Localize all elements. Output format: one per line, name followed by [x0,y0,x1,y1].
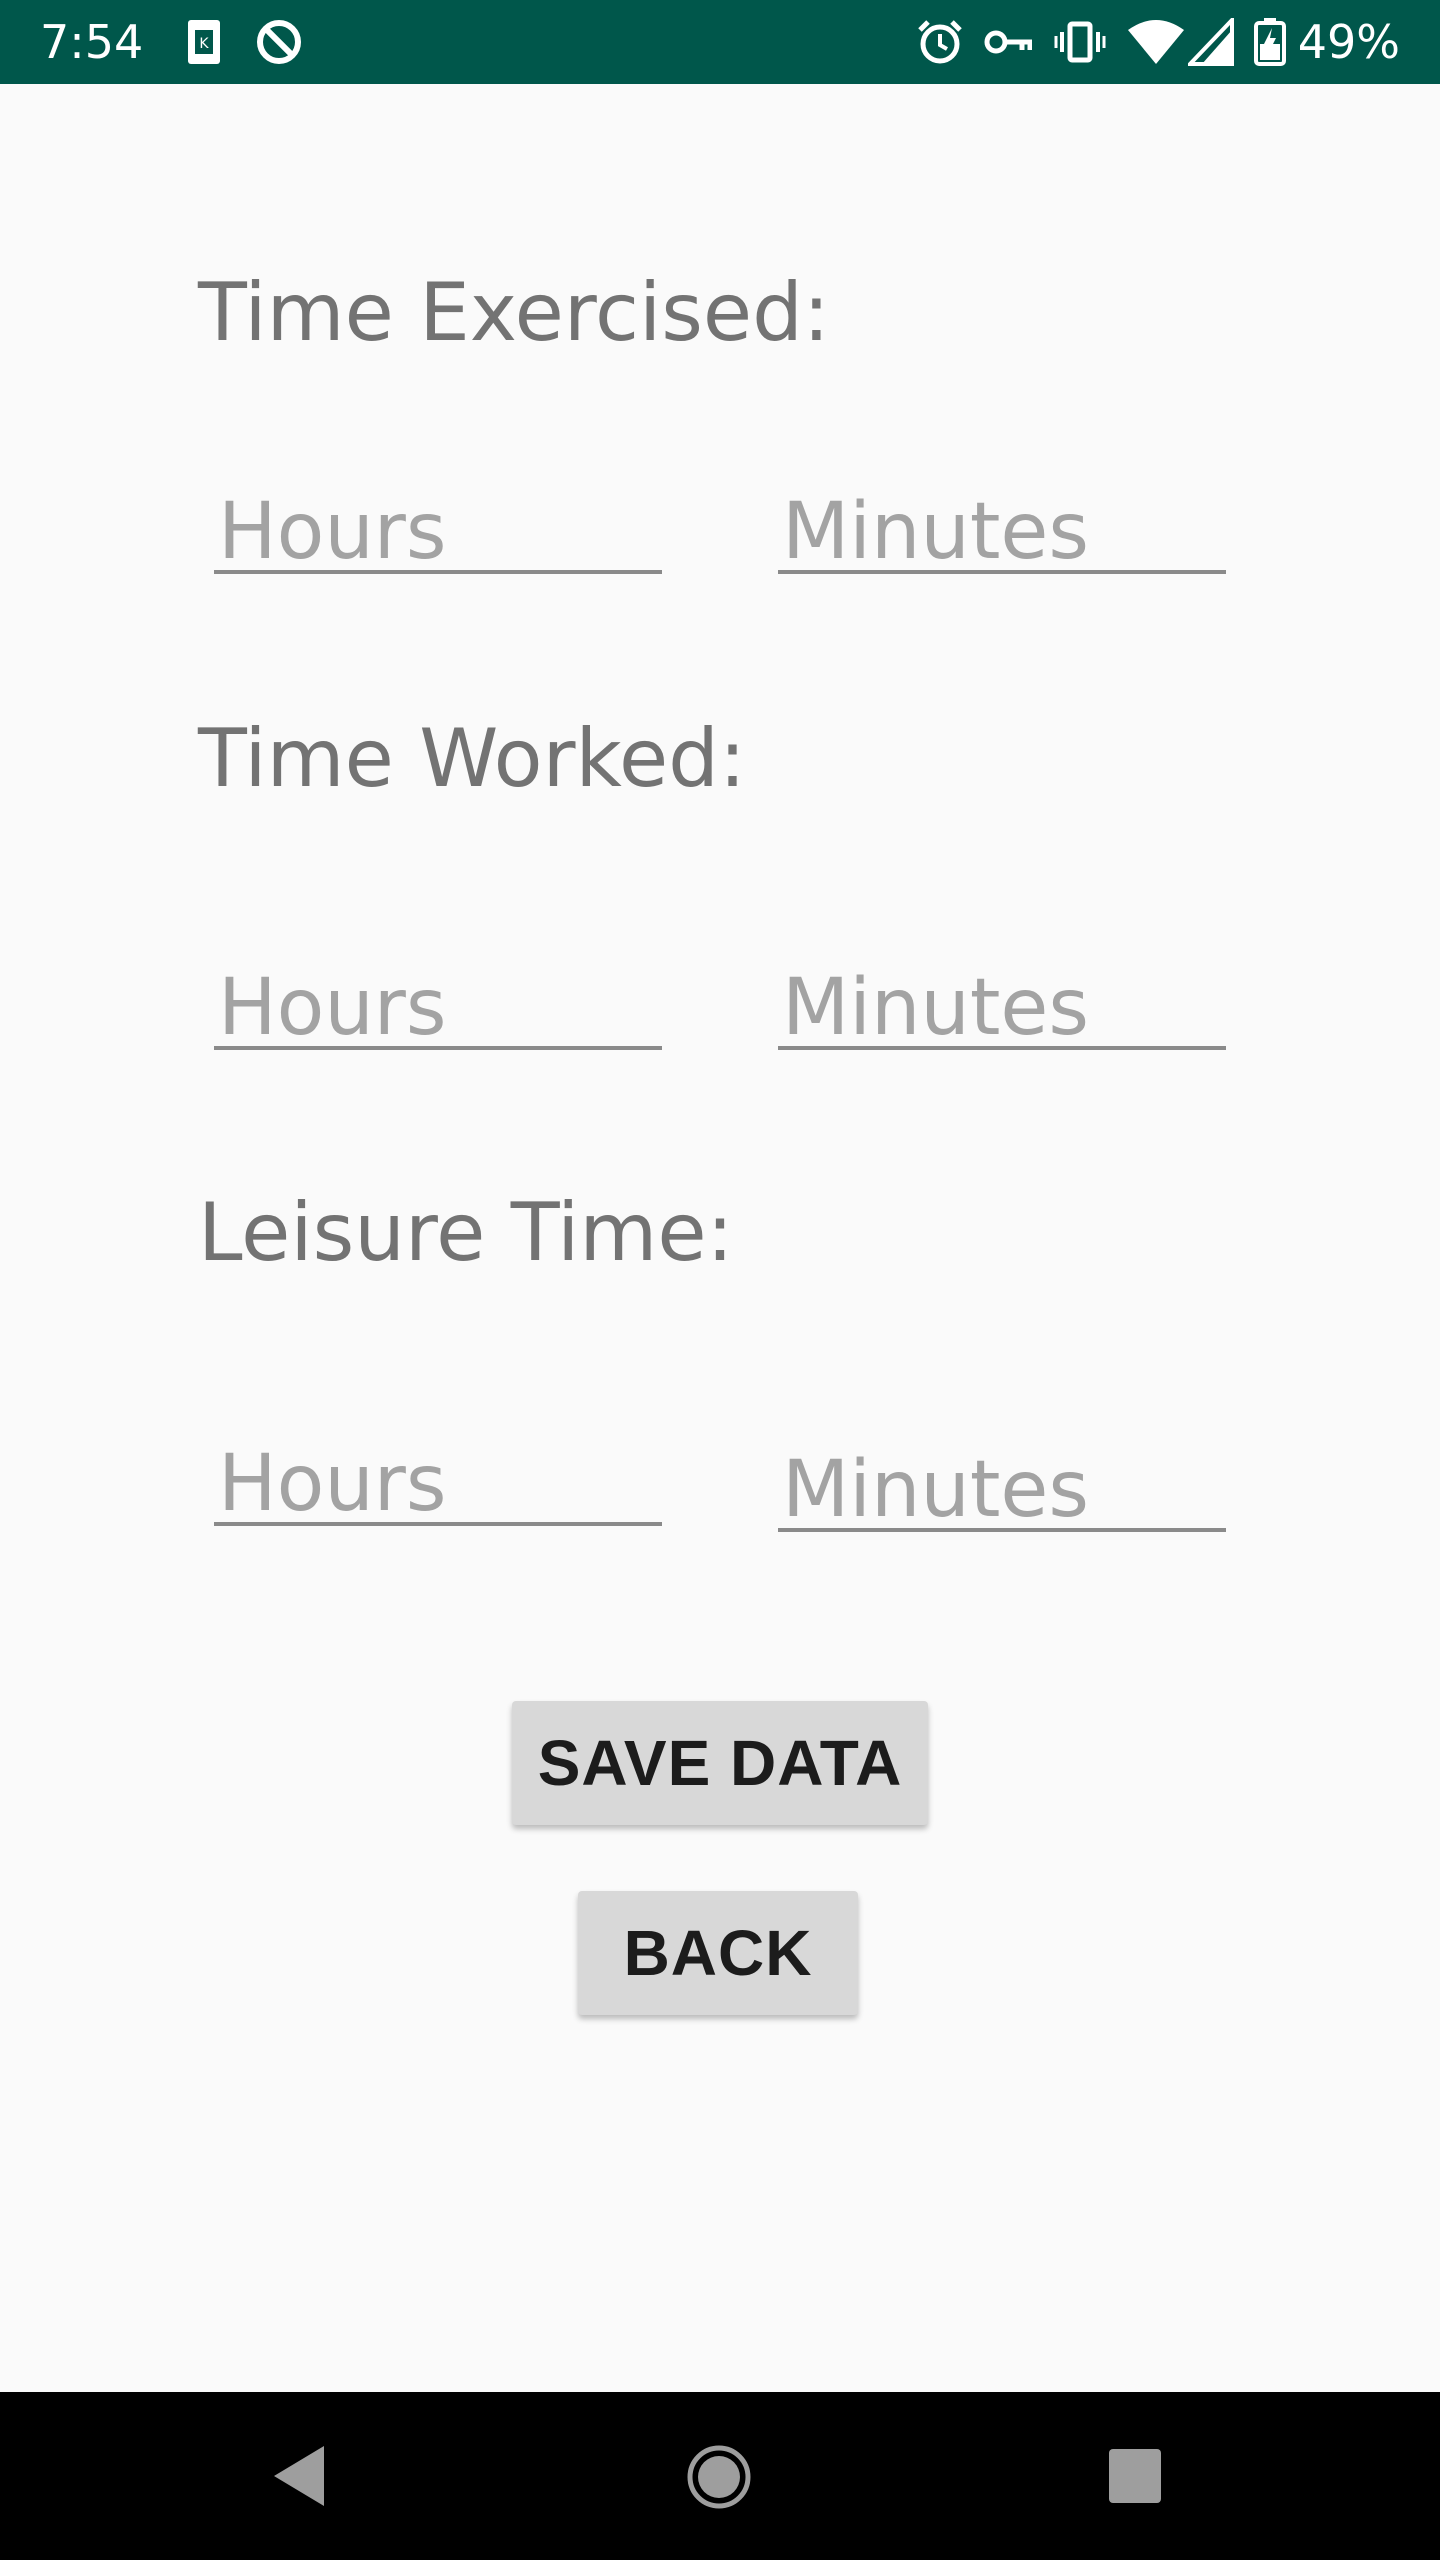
svg-text:K: K [199,36,209,52]
back-icon[interactable] [270,2444,326,2508]
battery-charging-icon [1254,18,1286,66]
navigation-bar [0,2392,1440,2560]
work-minutes-input[interactable] [778,970,1230,1046]
work-hours-field[interactable] [214,970,666,1050]
time-exercised-label: Time Exercised: [198,266,830,359]
home-icon[interactable] [686,2444,752,2510]
status-time: 7:54 [40,15,144,69]
leisure-time-label: Leisure Time: [198,1186,734,1279]
work-hours-input[interactable] [214,970,666,1046]
alarm-icon [918,20,962,64]
vibrate-icon [1054,21,1106,63]
leisure-minutes-field[interactable] [778,1452,1230,1532]
exercise-hours-field[interactable] [214,494,666,574]
work-minutes-field[interactable] [778,970,1230,1050]
recents-icon[interactable] [1108,2448,1162,2504]
exercise-minutes-field[interactable] [778,494,1230,574]
vpn-key-icon [984,30,1032,54]
sync-disabled-icon [257,20,301,64]
leisure-hours-field[interactable] [214,1446,666,1526]
exercise-hours-input[interactable] [214,494,666,570]
cell-signal-icon [1188,18,1234,66]
leisure-hours-input[interactable] [214,1446,666,1522]
wifi-icon [1128,20,1184,64]
sim-card-icon: K [188,20,220,64]
save-data-button[interactable]: SAVE DATA [512,1701,928,1825]
time-worked-label: Time Worked: [198,712,746,805]
status-bar: 7:54 K 49% [0,0,1440,84]
exercise-minutes-input[interactable] [778,494,1230,570]
battery-percent: 49% [1297,15,1400,69]
back-button[interactable]: BACK [578,1891,858,2015]
leisure-minutes-input[interactable] [778,1452,1230,1528]
